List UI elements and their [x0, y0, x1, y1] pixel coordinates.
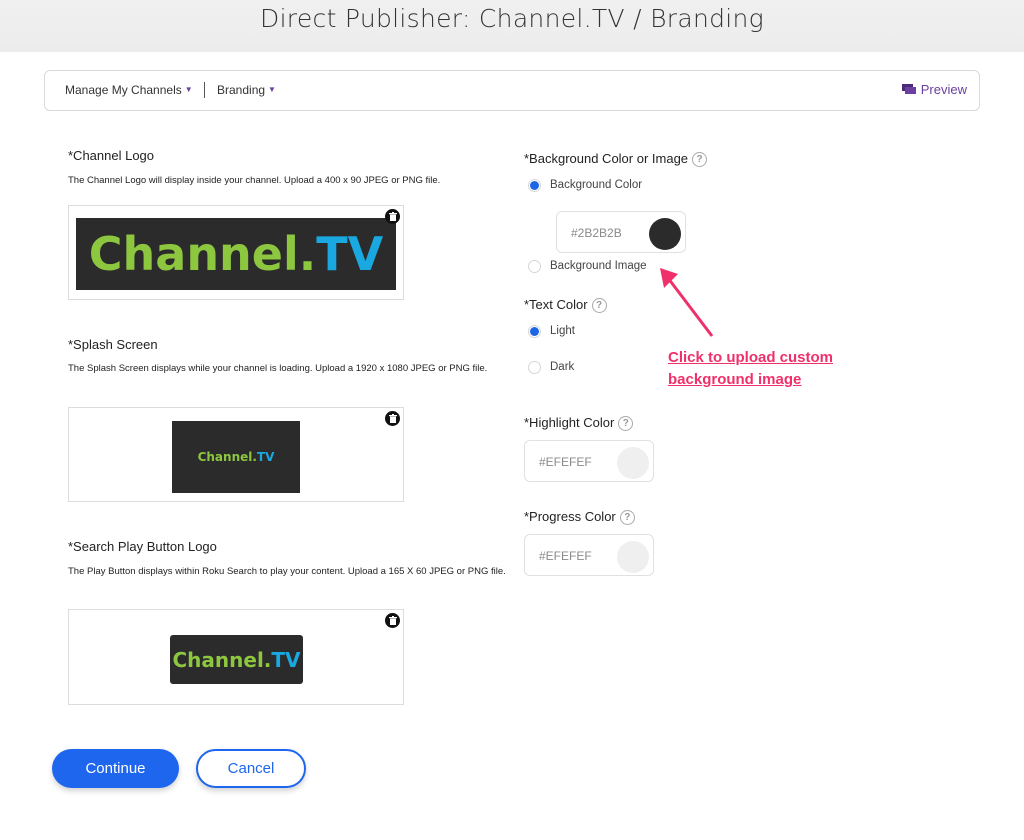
- manage-channels-dropdown[interactable]: Manage My Channels ▼: [65, 83, 193, 97]
- highlight-color-label: *Highlight Color?: [524, 415, 634, 432]
- background-color-value: #2B2B2B: [571, 226, 622, 240]
- search-play-button-description: The Play Button displays within Roku Sea…: [68, 566, 506, 577]
- trash-icon: [388, 414, 397, 423]
- preview-icon: [901, 84, 916, 94]
- help-icon[interactable]: ?: [591, 298, 607, 314]
- annotation-text: Click to upload custom background image: [668, 349, 834, 388]
- highlight-color-value: #EFEFEF: [539, 455, 592, 469]
- channel-logo-label: *Channel Logo: [68, 148, 155, 163]
- text-color-dark-label: Dark: [550, 361, 575, 373]
- channel-logo-description: The Channel Logo will display inside you…: [68, 175, 441, 186]
- background-image-option-label: Background Image: [550, 260, 647, 272]
- trash-icon: [388, 212, 397, 221]
- branding-dropdown[interactable]: Branding ▼: [217, 83, 276, 97]
- text-color-light-label: Light: [550, 325, 575, 337]
- channel-logo-upload[interactable]: Channel. TV: [68, 205, 404, 300]
- chevron-down-icon: ▼: [184, 84, 193, 94]
- delete-search-play-button[interactable]: [385, 613, 400, 628]
- progress-color-label: *Progress Color?: [524, 509, 635, 526]
- splash-screen-label: *Splash Screen: [68, 337, 158, 352]
- text-color-dark-radio[interactable]: [528, 361, 541, 374]
- delete-splash-screen-button[interactable]: [385, 411, 400, 426]
- background-color-input[interactable]: #2B2B2B: [556, 211, 686, 253]
- channel-logo-image: Channel. TV: [76, 218, 396, 290]
- preview-label: Preview: [920, 82, 967, 97]
- search-play-button-label: *Search Play Button Logo: [68, 539, 217, 554]
- nav-divider: [204, 82, 205, 98]
- background-color-option-label: Background Color: [550, 179, 643, 191]
- splash-screen-description: The Splash Screen displays while your ch…: [68, 363, 488, 374]
- help-icon[interactable]: ?: [692, 152, 708, 168]
- breadcrumb-nav: Manage My Channels ▼ Branding ▼ Preview: [44, 70, 980, 111]
- progress-color-swatch[interactable]: [617, 541, 649, 573]
- splash-screen-image: Channel. TV: [172, 421, 300, 493]
- help-icon[interactable]: ?: [619, 510, 635, 526]
- preview-link[interactable]: Preview: [901, 82, 967, 97]
- text-color-light-radio[interactable]: [528, 325, 541, 338]
- delete-channel-logo-button[interactable]: [385, 209, 400, 224]
- text-color-label: *Text Color?: [524, 297, 607, 314]
- annotation-arrow: [660, 268, 714, 337]
- background-image-radio[interactable]: [528, 260, 541, 273]
- search-play-button-image: Channel. TV: [170, 635, 303, 684]
- help-icon[interactable]: ?: [618, 416, 634, 432]
- branding-label: Branding: [217, 83, 266, 97]
- continue-button[interactable]: Continue: [52, 749, 179, 788]
- highlight-color-input[interactable]: #EFEFEF: [524, 440, 654, 482]
- progress-color-value: #EFEFEF: [539, 549, 592, 563]
- background-label: *Background Color or Image?: [524, 151, 708, 168]
- background-color-swatch[interactable]: [649, 218, 681, 250]
- splash-screen-upload[interactable]: Channel. TV: [68, 407, 404, 502]
- page-title: Direct Publisher: Channel.TV / Branding: [260, 4, 764, 33]
- progress-color-input[interactable]: #EFEFEF: [524, 534, 654, 576]
- trash-icon: [388, 616, 397, 625]
- chevron-down-icon: ▼: [268, 84, 276, 94]
- highlight-color-swatch[interactable]: [617, 447, 649, 479]
- background-color-radio[interactable]: [528, 179, 541, 192]
- cancel-button[interactable]: Cancel: [196, 749, 306, 788]
- search-play-button-upload[interactable]: Channel. TV: [68, 609, 404, 705]
- manage-channels-label: Manage My Channels: [65, 83, 182, 97]
